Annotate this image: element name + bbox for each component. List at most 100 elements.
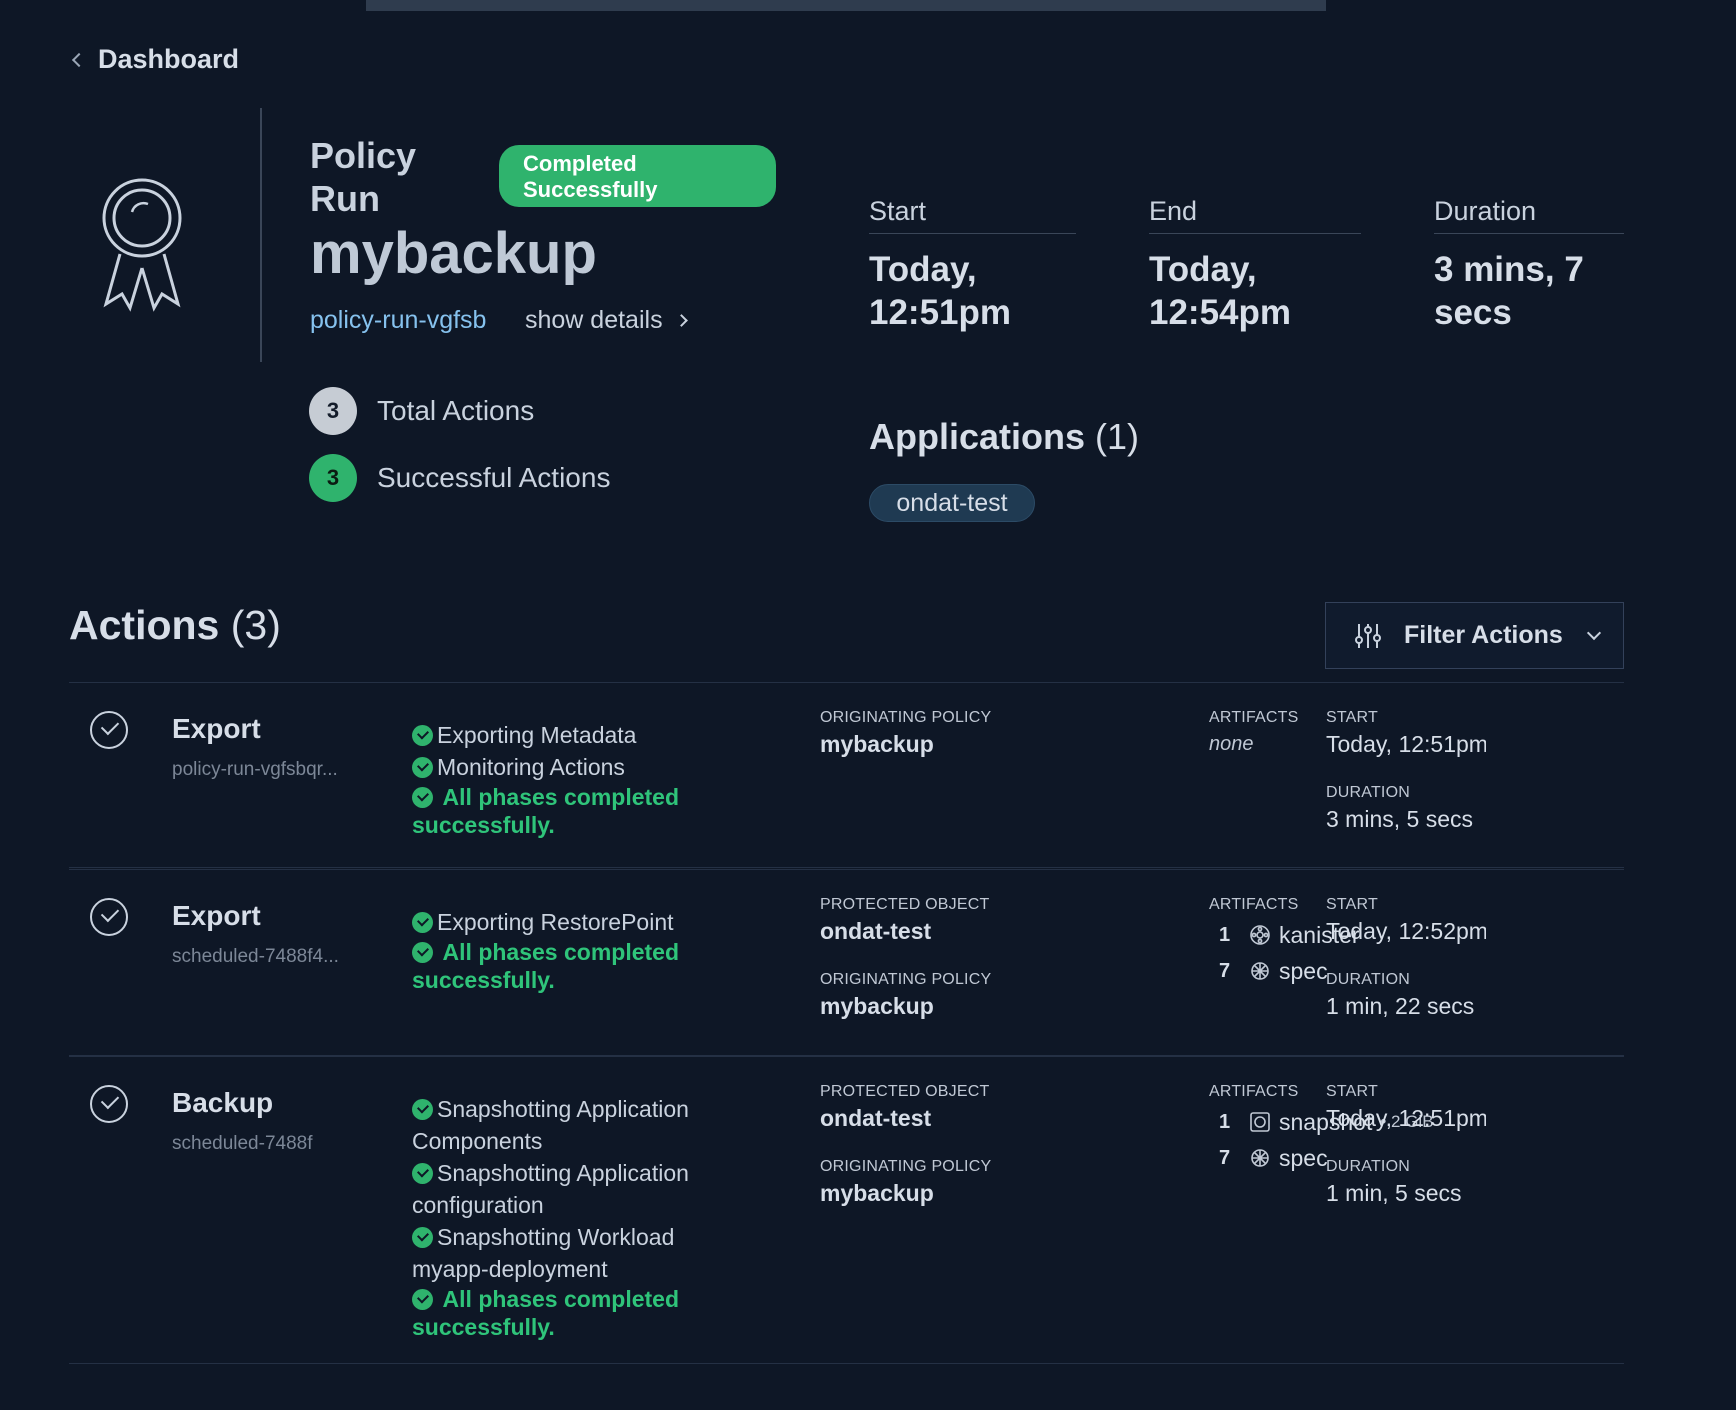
phase-label: Snapshotting Workload myapp-deployment <box>412 1224 675 1282</box>
duration-value: 1 min, 22 secs <box>1326 993 1475 1019</box>
duration-value: 3 mins, 5 secs <box>1326 806 1473 832</box>
phase-item: Snapshotting Workload myapp-deployment <box>412 1221 712 1285</box>
start-label: START <box>1326 709 1378 726</box>
action-card[interactable]: Export scheduled-7488f4... Exporting Res… <box>69 869 1624 1056</box>
check-icon <box>412 912 433 933</box>
application-chip[interactable]: ondat-test <box>869 484 1035 522</box>
phase-label: Snapshotting Application Components <box>412 1096 689 1154</box>
artifacts-none: none <box>1209 733 1254 755</box>
show-details-label: show details <box>525 306 663 334</box>
check-icon <box>412 757 433 778</box>
award-ribbon-icon <box>102 178 182 312</box>
check-icon <box>412 1099 433 1120</box>
applications-title: Applications <box>869 416 1086 457</box>
back-link-label: Dashboard <box>98 44 240 74</box>
phase-label: Exporting Metadata <box>437 722 637 748</box>
phase-item: Snapshotting Application Components <box>412 1093 712 1157</box>
show-details-button[interactable]: show details <box>525 306 688 335</box>
protected-object-block: PROTECTED OBJECT ondat-test ORIGINATING … <box>820 1083 991 1207</box>
policy-run-type-label: Policy Run <box>310 135 417 219</box>
page-title: mybackup <box>310 221 597 286</box>
end-value: Today, 12:54pm <box>1149 250 1292 332</box>
check-icon <box>412 1289 433 1310</box>
phase-done-label: All phases completed successfully. <box>412 1286 680 1340</box>
originating-policy-label: ORIGINATING POLICY <box>820 971 992 988</box>
applications-count: (1) <box>1095 416 1140 457</box>
start-label: START <box>1326 1083 1378 1100</box>
timing-block: START Today, 12:51pm DURATION 3 mins, 5 … <box>1326 709 1486 833</box>
artifacts-block: ARTIFACTS none <box>1209 709 1299 756</box>
sliders-icon <box>1355 623 1381 648</box>
actions-title: Actions <box>69 602 220 648</box>
applications-heading: Applications (1) <box>869 416 1139 458</box>
phase-item: Snapshotting Application configuration <box>412 1157 712 1221</box>
originating-policy-value: mybackup <box>820 993 934 1019</box>
start-label: START <box>1326 896 1378 913</box>
protected-object-label: PROTECTED OBJECT <box>820 896 990 913</box>
phase-label: Monitoring Actions <box>437 754 625 780</box>
check-circle-icon <box>90 898 128 936</box>
start-value: Today, 12:51pm <box>1326 731 1486 757</box>
protected-object-label: PROTECTED OBJECT <box>820 1083 990 1100</box>
header-divider <box>260 108 262 362</box>
timing-block: START Today, 12:51pm DURATION 1 min, 5 s… <box>1326 1083 1486 1207</box>
artifact-count: 7 <box>1219 959 1231 982</box>
duration-label: DURATION <box>1326 971 1410 988</box>
phase-label: Exporting RestorePoint <box>437 909 674 935</box>
action-card[interactable]: Backup scheduled-7488f Snapshotting Appl… <box>69 1056 1624 1364</box>
check-circle-icon <box>90 1085 128 1123</box>
kanister-icon <box>1250 925 1270 945</box>
spec-icon <box>1251 962 1269 980</box>
action-name: Export <box>172 900 261 931</box>
check-icon <box>412 787 433 808</box>
check-icon <box>412 1163 433 1184</box>
originating-policy-label: ORIGINATING POLICY <box>820 1158 992 1175</box>
artifact-count: 1 <box>1219 923 1231 946</box>
spec-icon <box>1251 1149 1269 1167</box>
duration-value: 1 min, 5 secs <box>1326 1180 1462 1206</box>
phase-done: All phases completed successfully. <box>412 938 712 994</box>
action-phases: Exporting RestorePoint All phases comple… <box>412 906 712 994</box>
back-to-dashboard-link[interactable]: Dashboard <box>71 44 240 75</box>
originating-policy-label: ORIGINATING POLICY <box>820 709 992 726</box>
successful-actions-label: Successful Actions <box>377 462 611 493</box>
action-subtitle: scheduled-7488f <box>172 1133 313 1154</box>
action-name: Export <box>172 713 261 744</box>
originating-policy-value: mybackup <box>820 731 934 757</box>
phase-done-label: All phases completed successfully. <box>412 939 680 993</box>
check-circle-icon <box>90 711 128 749</box>
artifact-name: spec <box>1279 1144 1328 1171</box>
successful-actions-count: 3 <box>309 454 357 502</box>
snapshot-icon <box>1250 1112 1270 1132</box>
chevron-left-icon <box>71 52 87 68</box>
protected-object-block: PROTECTED OBJECT ondat-test ORIGINATING … <box>820 896 991 1020</box>
duration-meta: Duration 3 mins, 7 secs <box>1434 196 1624 334</box>
actions-count: (3) <box>230 602 281 648</box>
filter-actions-dropdown[interactable]: Filter Actions <box>1325 602 1624 669</box>
action-subtitle: policy-run-vgfsbqr... <box>172 759 338 780</box>
originating-policy-value: mybackup <box>820 1180 934 1206</box>
artifact-count: 1 <box>1219 1110 1231 1133</box>
policy-run-id-link[interactable]: policy-run-vgfsb <box>310 306 486 335</box>
start-label: Start <box>869 196 1076 234</box>
end-label: End <box>1149 196 1361 234</box>
end-meta: End Today, 12:54pm <box>1149 196 1361 334</box>
artifacts-label: ARTIFACTS <box>1209 709 1299 726</box>
chevron-down-icon <box>1586 625 1602 640</box>
phase-done: All phases completed successfully. <box>412 783 712 839</box>
filter-actions-label: Filter Actions <box>1404 621 1563 649</box>
artifact-count: 7 <box>1219 1146 1231 1169</box>
originating-policy-block: ORIGINATING POLICY mybackup <box>820 709 991 758</box>
action-name: Backup <box>172 1087 274 1118</box>
phase-item: Exporting Metadata <box>412 719 712 751</box>
phase-item: Monitoring Actions <box>412 751 712 783</box>
chevron-right-icon <box>674 314 688 327</box>
duration-value: 3 mins, 7 secs <box>1434 250 1584 332</box>
start-value: Today, 12:51pm <box>1326 1105 1486 1131</box>
actions-heading: Actions (3) <box>69 602 281 649</box>
action-subtitle: scheduled-7488f4... <box>172 946 339 967</box>
total-actions-count: 3 <box>309 387 357 435</box>
action-card[interactable]: Export policy-run-vgfsbqr... Exporting M… <box>69 682 1624 868</box>
artifact-name: spec <box>1279 957 1328 984</box>
start-value: Today, 12:52pm <box>1326 918 1486 944</box>
